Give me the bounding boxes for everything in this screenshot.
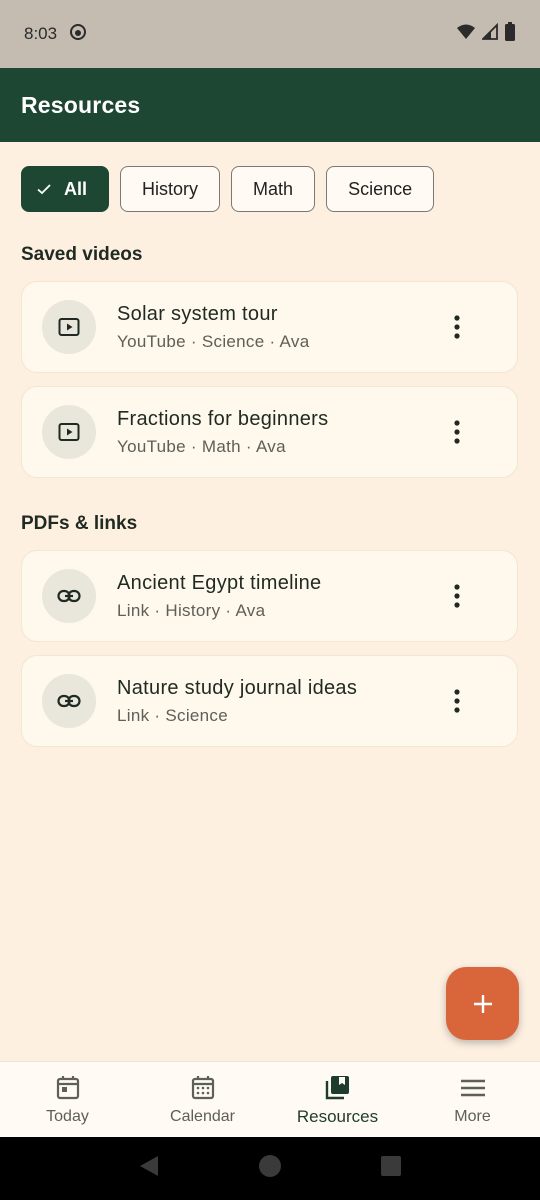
nav-item-calendar[interactable]: Calendar (135, 1062, 270, 1137)
filter-chip-label: All (64, 178, 88, 199)
library-icon (325, 1075, 349, 1099)
status-time: 8:03 (24, 24, 58, 43)
resource-subtitle: Link · History · Ava (117, 600, 266, 620)
more-vert-icon[interactable] (439, 679, 475, 723)
resource-card[interactable]: Ancient Egypt timeline Link · History · … (21, 550, 518, 642)
page-title: Resources (21, 91, 141, 118)
resource-card[interactable]: Nature study journal ideas Link · Scienc… (21, 655, 518, 747)
resource-subtitle: YouTube · Math · Ava (117, 436, 286, 456)
filter-chip-label: Math (253, 178, 294, 199)
resource-subtitle: YouTube · Science · Ava (117, 331, 310, 351)
app-bar: Resources (0, 68, 540, 142)
filter-chip-science[interactable]: Science (326, 166, 435, 212)
resource-card[interactable]: Fractions for beginners YouTube · Math ·… (21, 386, 518, 478)
more-vert-icon[interactable] (439, 305, 475, 349)
nav-item-more[interactable]: More (405, 1062, 540, 1137)
more-vert-icon[interactable] (439, 410, 475, 454)
system-nav-bar (0, 1137, 540, 1200)
play-icon (42, 300, 96, 354)
nav-item-resources[interactable]: Resources (270, 1062, 405, 1137)
calendar-month-icon (191, 1075, 214, 1099)
add-resource-button[interactable] (446, 967, 519, 1040)
wifi-icon (456, 23, 476, 46)
resource-subtitle: Link · Science (117, 705, 228, 725)
section-title-videos: Saved videos (21, 244, 143, 265)
battery-icon (504, 21, 516, 47)
play-icon (42, 405, 96, 459)
nav-label: Calendar (170, 1107, 235, 1125)
resource-title: Solar system tour (117, 302, 278, 325)
status-bar: 8:03 (0, 0, 540, 68)
notification-icon (69, 23, 87, 46)
bottom-nav: Today Calendar Resources More (0, 1061, 540, 1137)
nav-label: Resources (296, 1106, 379, 1126)
filter-chip-label: History (142, 178, 199, 199)
nav-item-today[interactable]: Today (0, 1062, 135, 1137)
filter-chip-history[interactable]: History (120, 166, 221, 212)
resource-title: Ancient Egypt timeline (117, 571, 322, 594)
resource-title: Fractions for beginners (117, 407, 329, 430)
check-icon (37, 184, 51, 195)
resource-title: Nature study journal ideas (117, 676, 358, 699)
calendar-today-icon (56, 1075, 79, 1099)
link-icon (42, 674, 96, 728)
nav-label: More (454, 1107, 491, 1125)
nav-label: Today (46, 1107, 89, 1125)
filter-chips: All History Math Science (21, 166, 435, 212)
section-title-links: PDFs & links (21, 513, 138, 534)
link-icon (42, 569, 96, 623)
filter-chip-math[interactable]: Math (231, 166, 316, 212)
signal-icon (480, 22, 498, 46)
home-icon[interactable] (258, 1154, 282, 1183)
filter-chip-all[interactable]: All (21, 166, 110, 212)
recents-icon[interactable] (380, 1155, 402, 1182)
plus-icon (473, 994, 492, 1013)
menu-icon (460, 1079, 485, 1096)
more-vert-icon[interactable] (439, 574, 475, 618)
back-icon[interactable] (138, 1154, 160, 1183)
filter-chip-label: Science (348, 178, 413, 199)
resource-card[interactable]: Solar system tour YouTube · Science · Av… (21, 281, 518, 373)
